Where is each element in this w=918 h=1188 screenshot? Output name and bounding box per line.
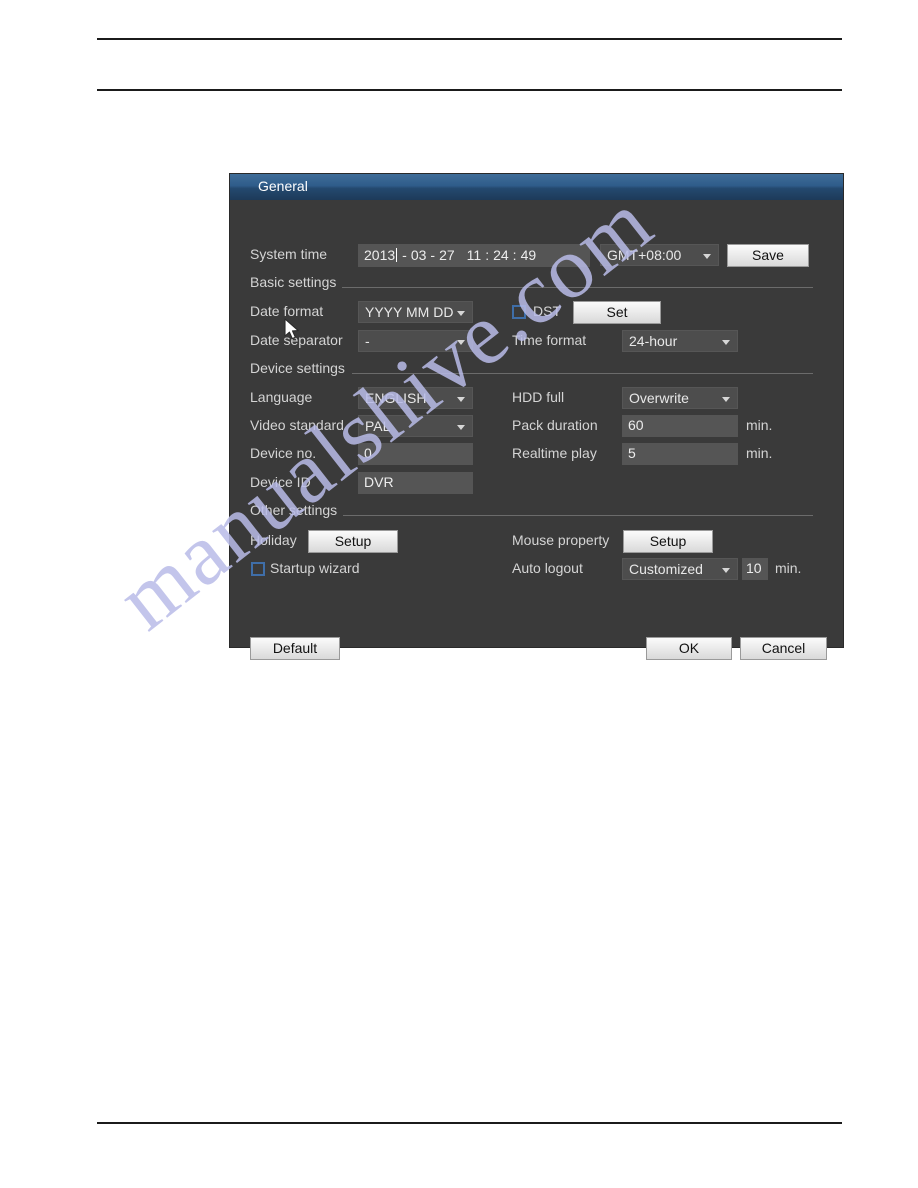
system-time-date-sep-2: - xyxy=(430,247,436,263)
pack-duration-input[interactable]: 60 xyxy=(622,415,738,437)
hdd-full-select[interactable]: Overwrite xyxy=(622,387,738,409)
realtime-play-label: Realtime play xyxy=(512,445,597,461)
footer-rule xyxy=(97,1122,842,1124)
chevron-down-icon xyxy=(722,340,730,345)
header-rule-top xyxy=(97,38,842,40)
chevron-down-icon xyxy=(722,568,730,573)
system-time-colon-2: : xyxy=(512,247,517,263)
device-id-input[interactable]: DVR xyxy=(358,472,473,494)
pack-duration-label: Pack duration xyxy=(512,417,598,433)
section-other-settings: Other settings xyxy=(250,502,338,518)
save-button[interactable]: Save xyxy=(727,244,809,267)
chevron-down-icon xyxy=(457,425,465,430)
date-separator-value: - xyxy=(365,333,370,349)
chevron-down-icon xyxy=(722,397,730,402)
dialog-titlebar: General xyxy=(230,174,843,200)
mouse-property-setup-button[interactable]: Setup xyxy=(623,530,713,553)
time-format-value: 24-hour xyxy=(629,333,678,349)
system-time-second: 49 xyxy=(520,247,537,263)
startup-wizard-checkbox[interactable] xyxy=(251,562,265,576)
auto-logout-unit: min. xyxy=(775,560,802,576)
dialog-body: System time 2013-03-27 11:24:49 GMT+08:00… xyxy=(230,200,843,660)
system-time-input[interactable]: 2013-03-27 11:24:49 xyxy=(358,244,590,267)
system-time-year: 2013 xyxy=(364,247,396,263)
section-basic-settings: Basic settings xyxy=(250,274,337,290)
dst-set-button[interactable]: Set xyxy=(573,301,661,324)
pack-duration-unit: min. xyxy=(746,417,773,433)
default-button[interactable]: Default xyxy=(250,637,340,660)
system-time-date-sep-1: - xyxy=(402,247,407,263)
startup-wizard-label: Startup wizard xyxy=(270,560,360,576)
chevron-down-icon xyxy=(703,254,711,259)
system-time-day: 27 xyxy=(439,247,455,263)
hdd-full-value: Overwrite xyxy=(629,390,689,406)
general-settings-dialog: General System time 2013-03-27 11:24:49 G… xyxy=(230,174,843,660)
chevron-down-icon xyxy=(457,397,465,402)
section-rule-basic xyxy=(342,287,813,288)
realtime-play-input[interactable]: 5 xyxy=(622,443,738,465)
auto-logout-select[interactable]: Customized xyxy=(622,558,738,580)
timezone-select[interactable]: GMT+08:00 xyxy=(600,244,719,266)
device-no-input[interactable]: 0 xyxy=(358,443,473,465)
date-separator-select[interactable]: - xyxy=(358,330,473,352)
text-caret xyxy=(396,248,398,262)
cancel-button[interactable]: Cancel xyxy=(740,637,827,660)
language-select[interactable]: ENGLISH xyxy=(358,387,473,409)
system-time-hour: 11 xyxy=(466,247,482,263)
language-value: ENGLISH xyxy=(365,390,427,406)
system-time-label: System time xyxy=(250,246,328,262)
section-rule-device xyxy=(352,373,813,374)
realtime-play-unit: min. xyxy=(746,445,773,461)
date-format-label: Date format xyxy=(250,303,324,319)
dst-label: DST xyxy=(533,303,561,319)
date-format-select[interactable]: YYYY MM DD xyxy=(358,301,473,323)
auto-logout-minutes-input[interactable]: 10 xyxy=(742,558,768,580)
language-label: Language xyxy=(250,389,313,405)
timezone-value: GMT+08:00 xyxy=(607,247,682,263)
system-time-colon-1: : xyxy=(485,247,490,263)
holiday-setup-button[interactable]: Setup xyxy=(308,530,398,553)
time-format-label: Time format xyxy=(512,332,587,348)
section-rule-other xyxy=(343,515,813,516)
dst-checkbox[interactable] xyxy=(512,305,526,319)
video-standard-select[interactable]: PAL xyxy=(358,415,473,437)
hdd-full-label: HDD full xyxy=(512,389,565,405)
auto-logout-label: Auto logout xyxy=(512,560,583,576)
date-format-value: YYYY MM DD xyxy=(365,304,454,320)
device-id-label: Device ID xyxy=(250,474,311,490)
date-separator-label: Date separator xyxy=(250,332,343,348)
ok-button[interactable]: OK xyxy=(646,637,732,660)
device-no-label: Device no. xyxy=(250,445,317,461)
system-time-minute: 24 xyxy=(493,247,509,263)
section-device-settings: Device settings xyxy=(250,360,345,376)
system-time-month: 03 xyxy=(410,247,427,263)
chevron-down-icon xyxy=(457,340,465,345)
header-rule-bottom xyxy=(97,89,842,91)
dialog-title: General xyxy=(258,178,308,194)
video-standard-value: PAL xyxy=(365,418,391,434)
time-format-select[interactable]: 24-hour xyxy=(622,330,738,352)
video-standard-label: Video standard xyxy=(250,417,344,433)
chevron-down-icon xyxy=(457,311,465,316)
holiday-label: Holiday xyxy=(250,532,297,548)
mouse-property-label: Mouse property xyxy=(512,532,610,548)
auto-logout-value: Customized xyxy=(629,561,703,577)
